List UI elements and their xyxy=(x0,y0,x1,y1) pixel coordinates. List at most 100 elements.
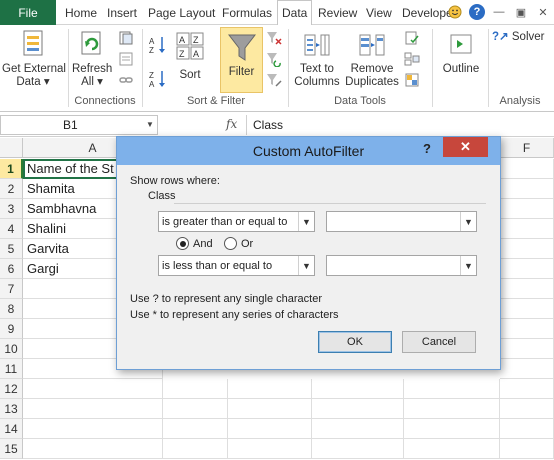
cell-c12[interactable] xyxy=(228,379,312,399)
tab-review[interactable]: Review xyxy=(318,0,357,25)
row-header-5[interactable]: 5 xyxy=(0,239,23,259)
cell-e14[interactable] xyxy=(404,419,500,439)
advanced-filter-icon[interactable] xyxy=(266,72,282,88)
cell-a14[interactable] xyxy=(23,419,163,439)
cell-b15[interactable] xyxy=(163,439,228,459)
row-header-9[interactable]: 9 xyxy=(0,319,23,339)
cell-d15[interactable] xyxy=(312,439,404,459)
row-header-12[interactable]: 12 xyxy=(0,379,23,399)
cell-b13[interactable] xyxy=(163,399,228,419)
cell-f12[interactable] xyxy=(500,379,554,399)
data-validation-icon[interactable] xyxy=(404,30,420,46)
tab-home[interactable]: Home xyxy=(65,0,97,25)
or-radio[interactable]: Or xyxy=(224,237,253,250)
operator-2-select[interactable]: is less than or equal to ▼ xyxy=(158,255,315,276)
connections-icon[interactable] xyxy=(118,30,134,46)
chevron-down-icon: ▼ xyxy=(298,256,314,275)
reapply-filter-icon[interactable] xyxy=(266,51,282,67)
outline-button[interactable]: Outline xyxy=(438,31,484,76)
minimize-ribbon-icon[interactable]: — xyxy=(490,3,508,21)
row-header-8[interactable]: 8 xyxy=(0,299,23,319)
cell-a12[interactable] xyxy=(23,379,163,399)
value-1-combo[interactable]: ▼ xyxy=(326,211,477,232)
cell-f11[interactable] xyxy=(500,359,554,379)
dialog-close-button[interactable]: ✕ xyxy=(443,137,488,157)
ok-button[interactable]: OK xyxy=(318,331,392,353)
cell-b14[interactable] xyxy=(163,419,228,439)
edit-links-icon[interactable] xyxy=(118,72,134,88)
cell-d14[interactable] xyxy=(312,419,404,439)
tab-page-layout[interactable]: Page Layout xyxy=(148,0,215,25)
cell-c13[interactable] xyxy=(228,399,312,419)
close-workbook-icon[interactable]: ✕ xyxy=(534,3,552,21)
select-all-corner[interactable] xyxy=(0,138,23,158)
sort-a-to-z-icon[interactable]: AZ xyxy=(149,35,167,55)
cell-f14[interactable] xyxy=(500,419,554,439)
cell-f9[interactable] xyxy=(500,319,554,339)
remove-duplicates-icon xyxy=(359,34,385,56)
clear-filter-icon[interactable] xyxy=(266,30,282,46)
cell-b12[interactable] xyxy=(163,379,228,399)
cell-f4[interactable] xyxy=(500,219,554,239)
restore-icon[interactable]: ▣ xyxy=(512,3,530,21)
insert-function-icon[interactable]: fx xyxy=(226,117,237,131)
row-header-1[interactable]: 1 xyxy=(0,159,23,179)
solver-button[interactable]: ?↗ Solver xyxy=(492,31,552,44)
cell-f8[interactable] xyxy=(500,299,554,319)
row-header-2[interactable]: 2 xyxy=(0,179,23,199)
name-box[interactable]: B1 xyxy=(0,115,158,135)
cell-f2[interactable] xyxy=(500,179,554,199)
value-2-combo[interactable]: ▼ xyxy=(326,255,477,276)
get-external-data-button[interactable]: Get External Data ▾ xyxy=(2,29,66,89)
help-icon[interactable]: ? xyxy=(468,3,486,21)
cell-a13[interactable] xyxy=(23,399,163,419)
cell-e15[interactable] xyxy=(404,439,500,459)
cell-c14[interactable] xyxy=(228,419,312,439)
tab-data[interactable]: Data xyxy=(277,0,313,26)
cell-e12[interactable] xyxy=(404,379,500,399)
cell-f7[interactable] xyxy=(500,279,554,299)
cell-f5[interactable] xyxy=(500,239,554,259)
dialog-help-icon[interactable]: ? xyxy=(423,141,431,156)
formula-input[interactable]: Class xyxy=(246,115,554,135)
tab-view[interactable]: View xyxy=(366,0,392,25)
consolidate-icon[interactable] xyxy=(404,51,420,67)
cell-d12[interactable] xyxy=(312,379,404,399)
cell-c15[interactable] xyxy=(228,439,312,459)
row-header-6[interactable]: 6 xyxy=(0,259,23,279)
tab-file[interactable]: File xyxy=(0,0,56,25)
cell-e13[interactable] xyxy=(404,399,500,419)
tab-insert[interactable]: Insert xyxy=(107,0,137,25)
smiley-icon[interactable] xyxy=(446,3,464,21)
text-to-columns-button[interactable]: Text to Columns xyxy=(293,31,341,89)
cell-f10[interactable] xyxy=(500,339,554,359)
row-header-3[interactable]: 3 xyxy=(0,199,23,219)
row-header-7[interactable]: 7 xyxy=(0,279,23,299)
row-header-11[interactable]: 11 xyxy=(0,359,23,379)
cell-d13[interactable] xyxy=(312,399,404,419)
name-box-dropdown-icon[interactable]: ▼ xyxy=(146,120,154,129)
row-header-14[interactable]: 14 xyxy=(0,419,23,439)
what-if-analysis-icon[interactable] xyxy=(404,72,420,88)
tab-formulas[interactable]: Formulas xyxy=(222,0,272,25)
cell-a15[interactable] xyxy=(23,439,163,459)
cancel-button[interactable]: Cancel xyxy=(402,331,476,353)
cell-f13[interactable] xyxy=(500,399,554,419)
filter-button[interactable]: Filter xyxy=(220,27,263,93)
cell-f1[interactable] xyxy=(500,159,554,179)
and-radio[interactable]: And xyxy=(176,237,213,250)
row-header-10[interactable]: 10 xyxy=(0,339,23,359)
sort-z-to-a-icon[interactable]: ZA xyxy=(149,69,167,89)
cell-f6[interactable] xyxy=(500,259,554,279)
properties-icon[interactable] xyxy=(118,51,134,67)
row-header-13[interactable]: 13 xyxy=(0,399,23,419)
cell-f15[interactable] xyxy=(500,439,554,459)
sort-button[interactable]: AZZA Sort xyxy=(172,31,208,82)
refresh-all-button[interactable]: Refresh All ▾ xyxy=(72,29,112,89)
operator-1-select[interactable]: is greater than or equal to ▼ xyxy=(158,211,315,232)
remove-duplicates-button[interactable]: Remove Duplicates xyxy=(344,31,400,89)
column-header-f[interactable]: F xyxy=(500,138,554,158)
cell-f3[interactable] xyxy=(500,199,554,219)
row-header-15[interactable]: 15 xyxy=(0,439,23,459)
row-header-4[interactable]: 4 xyxy=(0,219,23,239)
